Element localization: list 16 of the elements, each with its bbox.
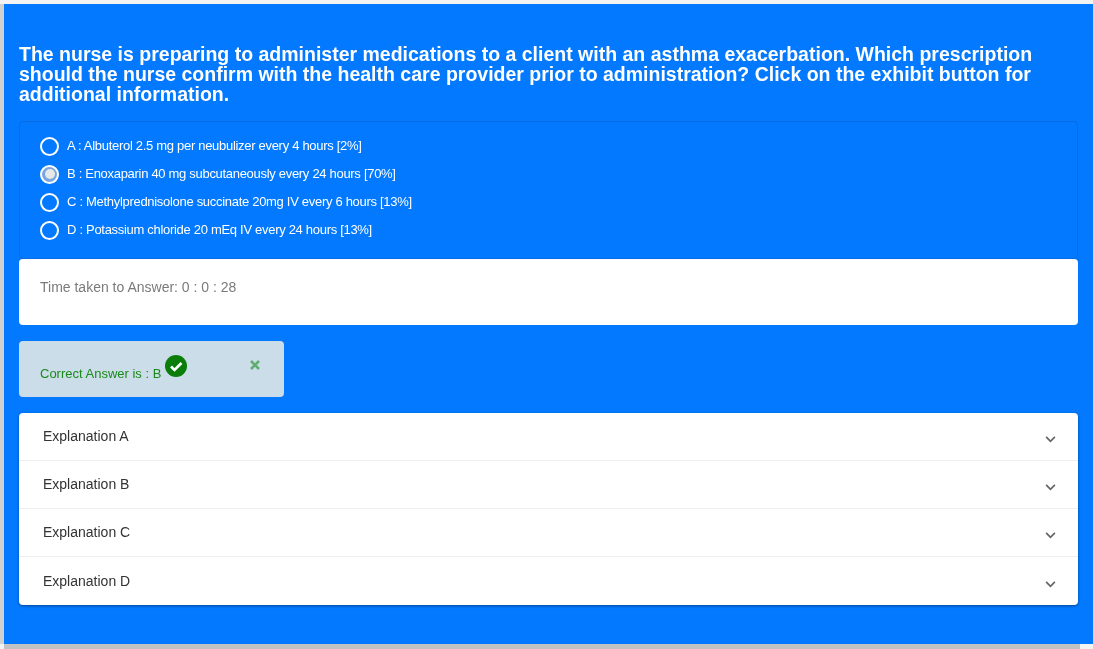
option-label[interactable]: D : Potassium chloride 20 mEq IV every 24 hours [13%]: [67, 220, 372, 240]
accordion-header[interactable]: Explanation D: [19, 557, 1078, 605]
scrollbar[interactable]: [4, 644, 1080, 649]
question-text: The nurse is preparing to administer medications to a client with an asthma exacerbation. Which prescription should the nurse confirm with the health care provider prior to administration? Click on the exhibit button for additional information.: [19, 44, 1034, 104]
radio-button[interactable]: [40, 164, 59, 184]
accordion-header[interactable]: Explanation B: [19, 461, 1078, 509]
option-label[interactable]: A : Albuterol 2.5 mg per neubulizer every 4 hours [2%]: [67, 136, 362, 156]
accordion-header[interactable]: Explanation A: [19, 413, 1078, 461]
option-label[interactable]: B : Enoxaparin 40 mg subcutaneously every 24 hours [70%]: [67, 164, 396, 184]
radio-button[interactable]: [40, 220, 59, 240]
accordion-header[interactable]: Explanation C: [19, 509, 1078, 557]
time-taken-text: Time taken to Answer: 0 : 0 : 28: [40, 279, 237, 295]
radio-button[interactable]: [40, 192, 59, 212]
option-label[interactable]: C : Methylprednisolone succinate 20mg IV every 6 hours [13%]: [67, 192, 412, 212]
correct-answer-text: Correct Answer is : B: [40, 367, 162, 381]
radio-button[interactable]: [40, 136, 59, 156]
